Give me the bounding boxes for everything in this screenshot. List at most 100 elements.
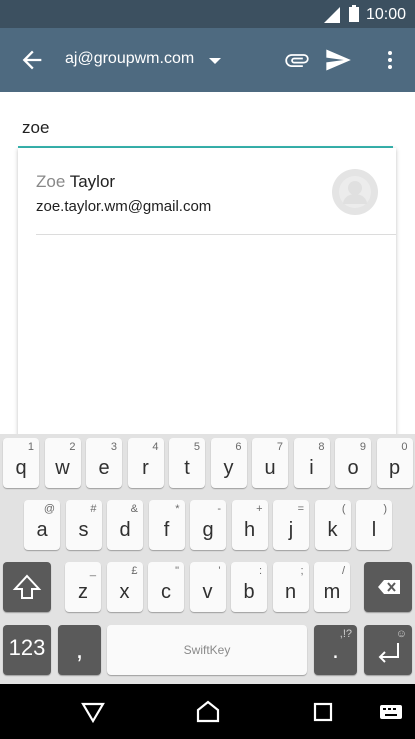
- key-alt-label: &: [130, 503, 138, 515]
- key-alt-label: #: [90, 503, 97, 515]
- shift-key[interactable]: [3, 562, 51, 612]
- backspace-icon: [378, 580, 400, 594]
- numbers-key-label: 123: [8, 635, 46, 660]
- key-label: j: [288, 519, 294, 541]
- key-label: m: [323, 581, 341, 603]
- contact-suggestion[interactable]: Zoe Taylor zoe.taylor.wm@gmail.com: [18, 148, 396, 235]
- key-q[interactable]: 1q: [3, 438, 39, 488]
- key-label: o: [347, 457, 359, 479]
- key-label: u: [264, 457, 276, 479]
- key-h[interactable]: + h: [231, 500, 268, 550]
- contact-name: Zoe Taylor: [36, 172, 115, 192]
- key-j[interactable]: = j: [273, 500, 309, 550]
- battery-icon: [349, 5, 359, 22]
- key-label: q: [15, 457, 27, 479]
- space-key[interactable]: SwiftKey: [107, 625, 307, 675]
- key-alt-label: +: [256, 503, 263, 515]
- nav-recents-icon[interactable]: [310, 699, 336, 725]
- key-z[interactable]: _ z: [65, 562, 101, 612]
- key-label: h: [243, 519, 256, 541]
- nav-home-icon[interactable]: [195, 699, 221, 725]
- chevron-down-icon[interactable]: [208, 56, 222, 66]
- key-label: f: [163, 519, 170, 541]
- key-alt-label: 5: [193, 441, 200, 453]
- key-i[interactable]: 8i: [293, 438, 330, 488]
- key-label: k: [327, 519, 338, 541]
- key-f[interactable]: * f: [148, 500, 185, 550]
- key-label: v: [202, 581, 213, 603]
- key-w[interactable]: 2w: [44, 438, 81, 488]
- comma-key[interactable]: ,: [58, 625, 101, 675]
- key-alt-label: ": [175, 565, 179, 577]
- key-alt-label: _: [89, 565, 96, 577]
- key-alt-label: ): [383, 503, 387, 515]
- key-n[interactable]: ; n: [272, 562, 309, 612]
- key-b[interactable]: :b: [231, 562, 267, 612]
- key-label: z: [78, 581, 88, 603]
- key-d[interactable]: & d: [107, 500, 143, 550]
- default-avatar-icon: [339, 176, 371, 208]
- key-x[interactable]: £ x: [106, 562, 143, 612]
- key-c[interactable]: " c: [148, 562, 184, 612]
- key-p[interactable]: 0p: [376, 438, 413, 488]
- swiftkey-keyboard: 123 , SwiftKey ,!? . ☺ 1q2w3e4r5t6y7u8i9…: [0, 434, 415, 684]
- to-field-row: zoe: [0, 92, 415, 148]
- system-nav-bar: [0, 684, 415, 739]
- key-label: i: [309, 457, 314, 479]
- key-y[interactable]: 6y: [210, 438, 247, 488]
- contact-email: zoe.taylor.wm@gmail.com: [36, 198, 212, 215]
- key-l[interactable]: ) l: [356, 500, 392, 550]
- send-icon[interactable]: [324, 46, 352, 74]
- nav-back-icon[interactable]: [80, 699, 106, 725]
- avatar: [332, 169, 378, 215]
- key-label: t: [184, 457, 190, 479]
- key-alt-label: ;: [300, 565, 304, 577]
- key-e[interactable]: 3e: [86, 438, 122, 488]
- key-s[interactable]: # s: [65, 500, 102, 550]
- key-alt-label: 4: [152, 441, 159, 453]
- to-input[interactable]: zoe: [22, 118, 49, 138]
- key-u[interactable]: 7u: [252, 438, 288, 488]
- key-label: r: [142, 457, 149, 479]
- key-m[interactable]: / m: [314, 562, 350, 612]
- numbers-key[interactable]: 123: [3, 625, 51, 675]
- period-key-label: .: [332, 637, 339, 664]
- key-alt-label: :: [258, 565, 262, 577]
- key-o[interactable]: 9o: [335, 438, 371, 488]
- key-label: n: [284, 581, 297, 603]
- key-label: d: [119, 519, 131, 541]
- key-v[interactable]: ' v: [189, 562, 226, 612]
- compose-toolbar: aj@groupwm.com: [0, 28, 415, 92]
- key-t[interactable]: 5t: [169, 438, 205, 488]
- comma-key-label: ,: [75, 634, 84, 664]
- key-k[interactable]: (k: [314, 500, 351, 550]
- key-label: s: [78, 519, 89, 541]
- key-alt-label: 7: [276, 441, 283, 453]
- status-bar: 10:00: [0, 0, 415, 28]
- key-alt-label: 2: [69, 441, 76, 453]
- key-alt-label: /: [341, 565, 345, 577]
- key-label: l: [371, 519, 377, 541]
- key-alt-label: £: [131, 565, 138, 577]
- signal-icon: [324, 7, 340, 23]
- from-account[interactable]: aj@groupwm.com: [65, 50, 194, 68]
- key-alt-label: 8: [318, 441, 325, 453]
- more-vert-icon[interactable]: [378, 46, 402, 74]
- back-arrow-icon[interactable]: [18, 46, 46, 74]
- suggestion-divider: [36, 234, 396, 235]
- key-g[interactable]: -g: [190, 500, 226, 550]
- backspace-key[interactable]: [364, 562, 412, 612]
- key-alt-label: *: [175, 503, 180, 515]
- attach-icon[interactable]: [283, 46, 311, 74]
- contact-name-match: Zoe: [36, 172, 66, 191]
- key-alt-label: 6: [235, 441, 242, 453]
- period-key[interactable]: ,!? .: [314, 625, 357, 675]
- key-alt-label: 1: [27, 441, 34, 453]
- key-r[interactable]: 4r: [127, 438, 164, 488]
- key-label: g: [202, 519, 214, 541]
- key-label: e: [98, 457, 110, 479]
- keyboard-switch-icon[interactable]: [378, 699, 404, 725]
- key-a[interactable]: @ a: [24, 500, 60, 550]
- enter-key[interactable]: ☺: [364, 625, 412, 675]
- key-alt-label: 9: [359, 441, 366, 453]
